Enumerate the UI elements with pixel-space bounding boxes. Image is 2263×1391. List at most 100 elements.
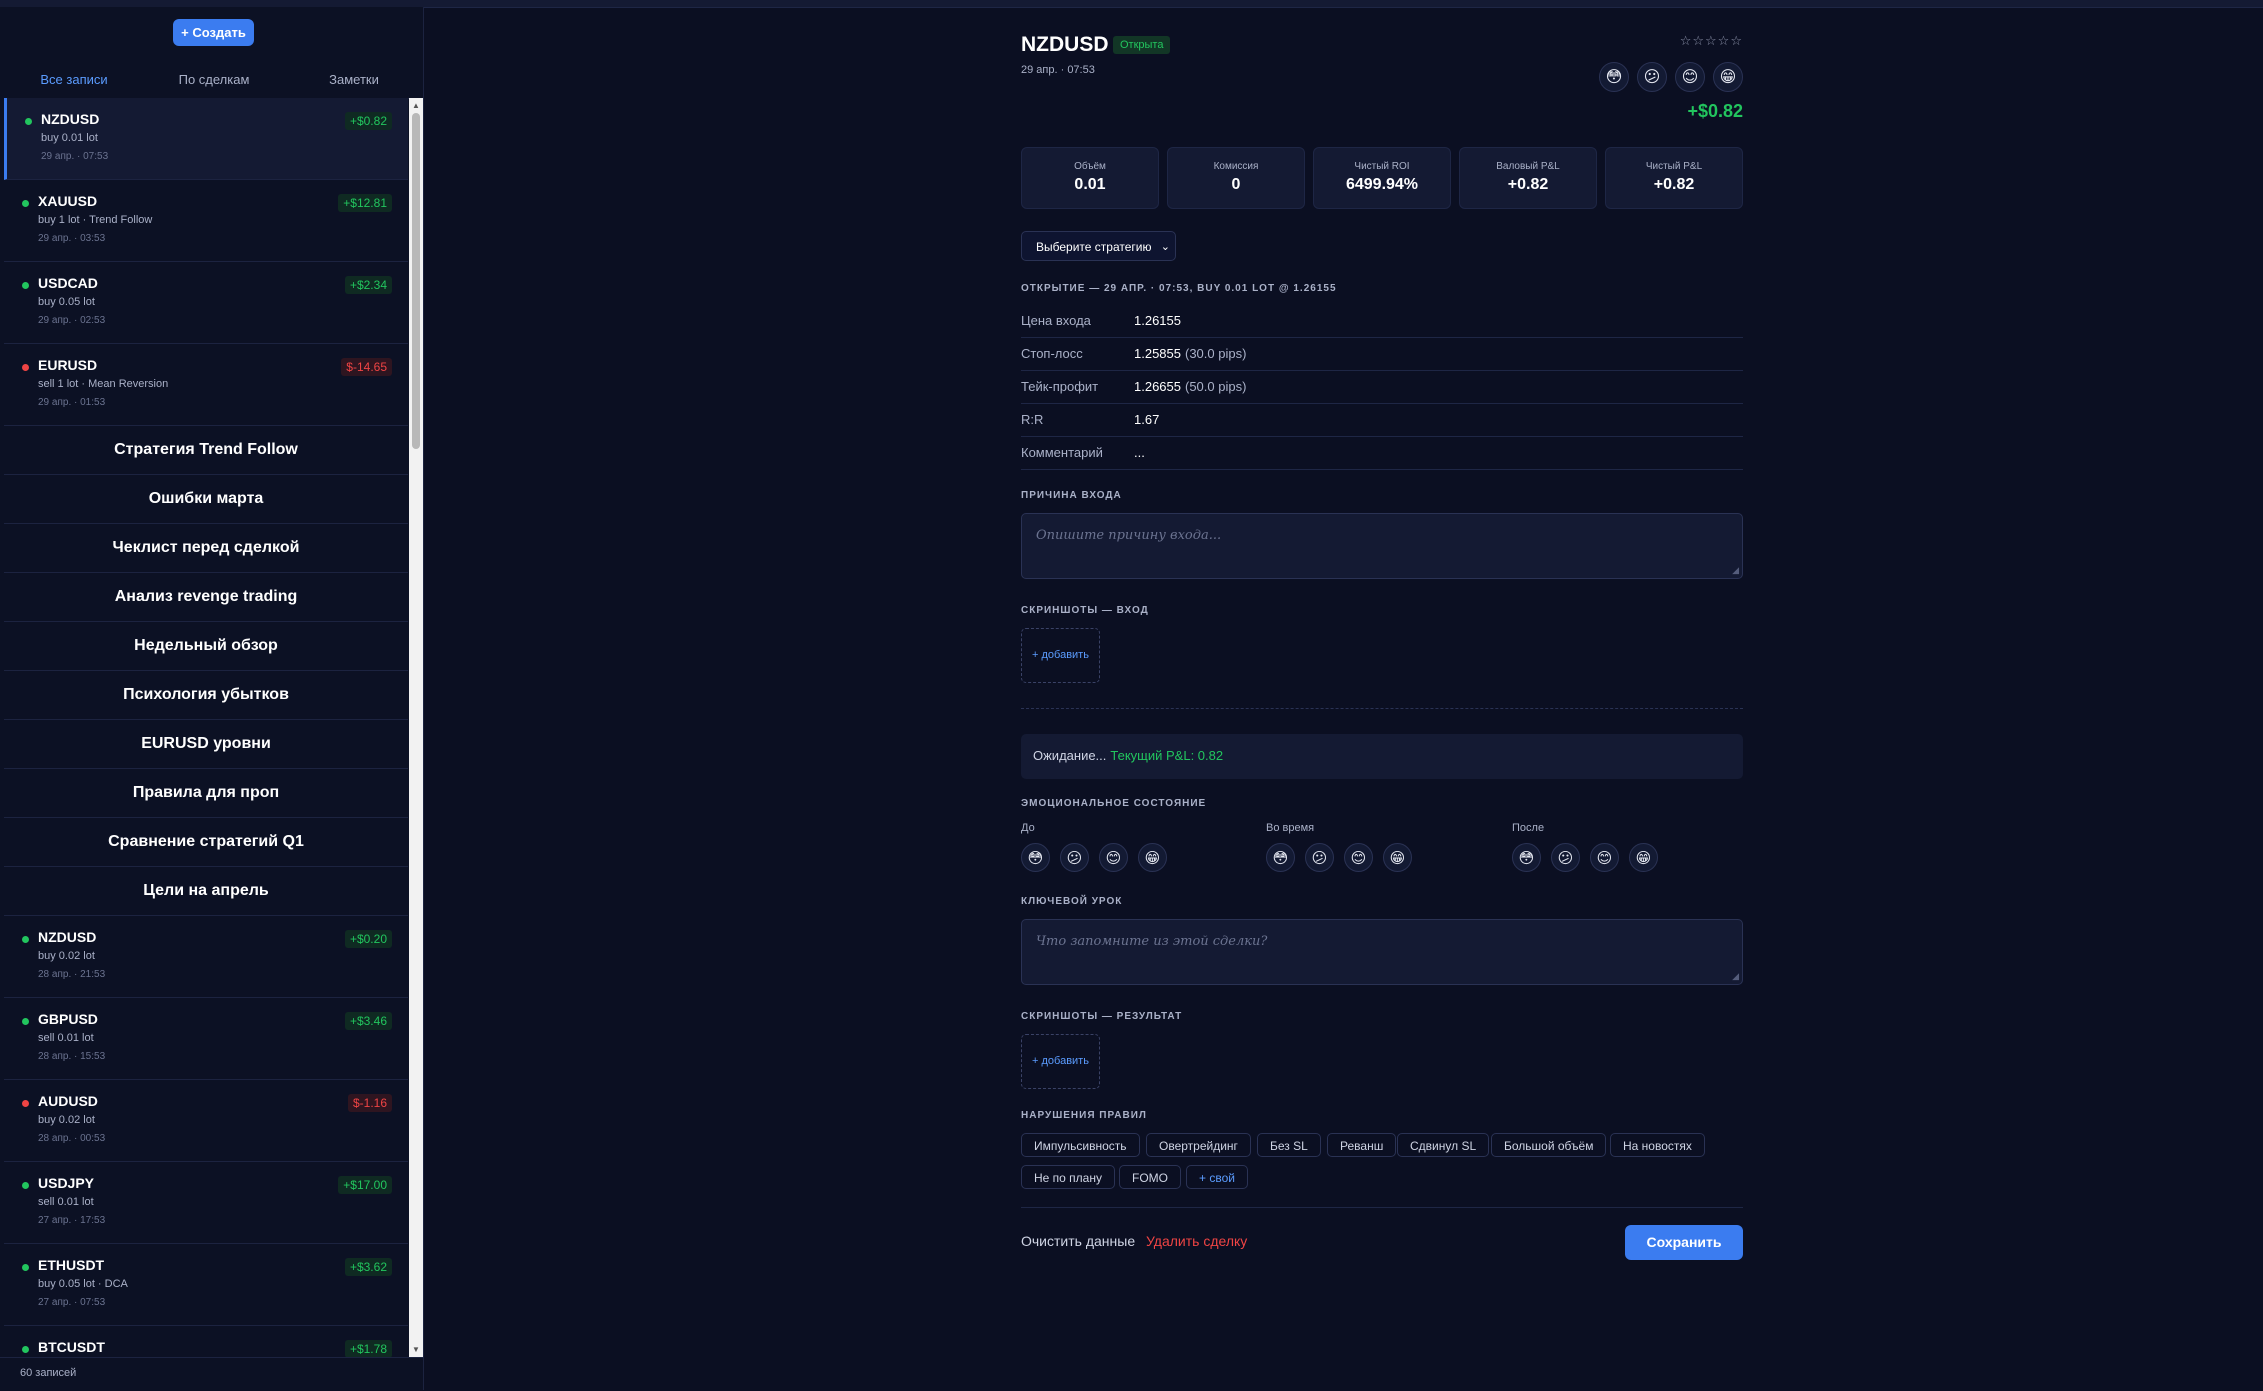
emotion-confused-icon[interactable]: 😕 bbox=[1551, 843, 1580, 872]
list-item-trade[interactable]: XAUUSD buy 1 lot · Trend Follow 29 апр. … bbox=[4, 180, 408, 262]
violation-tag[interactable]: Большой объём bbox=[1491, 1133, 1607, 1157]
violation-tag[interactable]: Сдвинул SL bbox=[1397, 1133, 1490, 1157]
add-custom-tag-button[interactable]: + свой bbox=[1186, 1165, 1248, 1189]
lesson-textarea[interactable]: Что запомните из этой сделки? ◢ bbox=[1021, 919, 1743, 985]
list-item-trade[interactable]: ETHUSDT buy 0.05 lot · DCA 27 апр. · 07:… bbox=[4, 1244, 408, 1326]
status-dot bbox=[22, 200, 29, 207]
trade-symbol: BTCUSDT bbox=[38, 1339, 105, 1355]
list-item-note[interactable]: Анализ revenge trading bbox=[4, 573, 408, 622]
emotion-happy-icon[interactable]: 😊 bbox=[1675, 62, 1705, 92]
emotion-group-label: Во время bbox=[1266, 822, 1315, 834]
list-item-trade[interactable]: AUDUSD buy 0.02 lot 28 апр. · 00:53 $-1.… bbox=[4, 1080, 408, 1162]
detail-row: Тейк-профит 1.26655 (50.0 pips) bbox=[1021, 370, 1743, 404]
violation-tag[interactable]: FOMO bbox=[1119, 1165, 1181, 1189]
stat-card: Чистый ROI 6499.94% bbox=[1313, 147, 1451, 209]
violation-tag[interactable]: Импульсивность bbox=[1021, 1133, 1140, 1157]
emotion-shocked-icon[interactable]: 😳 bbox=[1599, 62, 1629, 92]
trade-pnl: +$3.46 bbox=[344, 1012, 392, 1030]
divider bbox=[1021, 1207, 1743, 1208]
emotion-confused-icon[interactable]: 😕 bbox=[1305, 843, 1334, 872]
list-item-trade[interactable]: NZDUSD buy 0.01 lot 29 апр. · 07:53 +$0.… bbox=[4, 98, 408, 180]
list-item-trade[interactable]: USDJPY sell 0.01 lot 27 апр. · 17:53 +$1… bbox=[4, 1162, 408, 1244]
tab-trades[interactable]: По сделкам bbox=[144, 62, 284, 98]
emotion-shocked-icon[interactable]: 😳 bbox=[1512, 843, 1541, 872]
trade-info: buy 0.01 lot bbox=[41, 132, 98, 144]
list-item-note[interactable]: Стратегия Trend Follow bbox=[4, 426, 408, 475]
list-item-trade[interactable]: NZDUSD buy 0.02 lot 28 апр. · 21:53 +$0.… bbox=[4, 916, 408, 998]
emotion-happy-icon[interactable]: 😊 bbox=[1344, 843, 1373, 872]
violation-tag[interactable]: Овертрейдинг bbox=[1146, 1133, 1251, 1157]
emotion-shocked-icon[interactable]: 😳 bbox=[1266, 843, 1295, 872]
clear-data-button[interactable]: Очистить данные bbox=[1021, 1233, 1135, 1249]
add-result-screenshot-button[interactable]: + добавить bbox=[1021, 1034, 1100, 1089]
trade-date: 28 апр. · 21:53 bbox=[38, 969, 106, 980]
mood-selector: 😳 😕 😊 😁 bbox=[1599, 62, 1743, 92]
resize-handle-icon[interactable]: ◢ bbox=[1732, 972, 1739, 982]
status-badge: Открыта bbox=[1113, 36, 1171, 54]
list-item-trade[interactable]: BTCUSDT +$1.78 bbox=[4, 1326, 408, 1357]
entry-reason-textarea[interactable]: Опишите причину входа... ◢ bbox=[1021, 513, 1743, 579]
emotion-grin-icon[interactable]: 😁 bbox=[1629, 843, 1658, 872]
emotion-grin-icon[interactable]: 😁 bbox=[1383, 843, 1412, 872]
status-dot bbox=[22, 936, 29, 943]
chevron-down-icon: ⌄ bbox=[1160, 241, 1170, 253]
trade-symbol: ETHUSDT bbox=[38, 1257, 105, 1273]
trade-symbol: EURUSD bbox=[38, 357, 98, 373]
opening-section-title: ОТКРЫТИЕ — 29 АПР. · 07:53, BUY 0.01 LOT… bbox=[1021, 283, 1337, 294]
trade-pnl: +$3.62 bbox=[344, 1258, 392, 1276]
rating-stars[interactable]: ☆☆☆☆☆ bbox=[1680, 33, 1743, 49]
emotion-happy-icon[interactable]: 😊 bbox=[1590, 843, 1619, 872]
emotion-group-after: После 😳 😕 😊 😁 bbox=[1512, 822, 1658, 872]
list-item-trade[interactable]: USDCAD buy 0.05 lot 29 апр. · 02:53 +$2.… bbox=[4, 262, 408, 344]
stat-card: Чистый P&L +0.82 bbox=[1605, 147, 1743, 209]
list-item-note[interactable]: Психология убытков bbox=[4, 671, 408, 720]
tab-all[interactable]: Все записи bbox=[4, 62, 144, 100]
list-item-note[interactable]: Ошибки марта bbox=[4, 475, 408, 524]
scroll-up-arrow-icon[interactable]: ▲ bbox=[412, 101, 420, 110]
emotion-section-title: ЭМОЦИОНАЛЬНОЕ СОСТОЯНИЕ bbox=[1021, 798, 1207, 809]
stat-card: Объём 0.01 bbox=[1021, 147, 1159, 209]
list-item-trade[interactable]: GBPUSD sell 0.01 lot 28 апр. · 15:53 +$3… bbox=[4, 998, 408, 1080]
emotion-grin-icon[interactable]: 😁 bbox=[1138, 843, 1167, 872]
emotion-confused-icon[interactable]: 😕 bbox=[1637, 62, 1667, 92]
emotion-shocked-icon[interactable]: 😳 bbox=[1021, 843, 1050, 872]
comment-value[interactable]: ... bbox=[1134, 445, 1145, 460]
emotion-happy-icon[interactable]: 😊 bbox=[1099, 843, 1128, 872]
violation-tag[interactable]: Не по плану bbox=[1021, 1165, 1115, 1189]
row-label: Комментарий bbox=[1021, 445, 1103, 460]
trade-pnl: $-1.16 bbox=[347, 1094, 392, 1112]
list-item-note[interactable]: Цели на апрель bbox=[4, 867, 408, 916]
scroll-down-arrow-icon[interactable]: ▼ bbox=[412, 1345, 420, 1354]
list-item-note[interactable]: Правила для проп bbox=[4, 769, 408, 818]
entries-list[interactable]: NZDUSD buy 0.01 lot 29 апр. · 07:53 +$0.… bbox=[4, 98, 408, 1357]
sidebar-footer: 60 записей bbox=[0, 1357, 423, 1391]
save-button[interactable]: Сохранить bbox=[1625, 1225, 1743, 1260]
violation-tag[interactable]: Реванш bbox=[1327, 1133, 1397, 1157]
list-item-note[interactable]: Недельный обзор bbox=[4, 622, 408, 671]
delete-trade-button[interactable]: Удалить сделку bbox=[1146, 1233, 1247, 1249]
trade-info: sell 0.01 lot bbox=[38, 1196, 94, 1208]
trade-date: 28 апр. · 15:53 bbox=[38, 1051, 106, 1062]
list-item-trade[interactable]: EURUSD sell 1 lot · Mean Reversion 29 ап… bbox=[4, 344, 408, 426]
resize-handle-icon[interactable]: ◢ bbox=[1732, 566, 1739, 576]
emotion-confused-icon[interactable]: 😕 bbox=[1060, 843, 1089, 872]
create-button[interactable]: + Создать bbox=[173, 19, 254, 46]
trade-date: 27 апр. · 07:53 bbox=[38, 1297, 106, 1308]
screens-result-title: СКРИНШОТЫ — РЕЗУЛЬТАТ bbox=[1021, 1011, 1183, 1022]
violation-tag[interactable]: Без SL bbox=[1257, 1133, 1321, 1157]
stat-label: Валовый P&L bbox=[1496, 161, 1560, 172]
scroll-thumb[interactable] bbox=[412, 113, 420, 449]
strategy-select[interactable]: Выберите стратегию ⌄ bbox=[1021, 231, 1176, 261]
trade-date: 29 апр. · 03:53 bbox=[38, 233, 106, 244]
stat-value: 0.01 bbox=[1074, 176, 1106, 193]
trade-datetime: 29 апр. · 07:53 bbox=[1021, 64, 1095, 76]
list-item-note[interactable]: Сравнение стратегий Q1 bbox=[4, 818, 408, 867]
list-item-note[interactable]: EURUSD уровни bbox=[4, 720, 408, 769]
list-item-note[interactable]: Чеклист перед сделкой bbox=[4, 524, 408, 573]
trade-info: buy 0.02 lot bbox=[38, 950, 95, 962]
tab-notes[interactable]: Заметки bbox=[284, 62, 424, 98]
list-scrollbar[interactable]: ▲ ▼ bbox=[409, 98, 423, 1357]
add-entry-screenshot-button[interactable]: + добавить bbox=[1021, 628, 1100, 683]
emotion-grin-icon[interactable]: 😁 bbox=[1713, 62, 1743, 92]
violation-tag[interactable]: На новостях bbox=[1610, 1133, 1705, 1157]
